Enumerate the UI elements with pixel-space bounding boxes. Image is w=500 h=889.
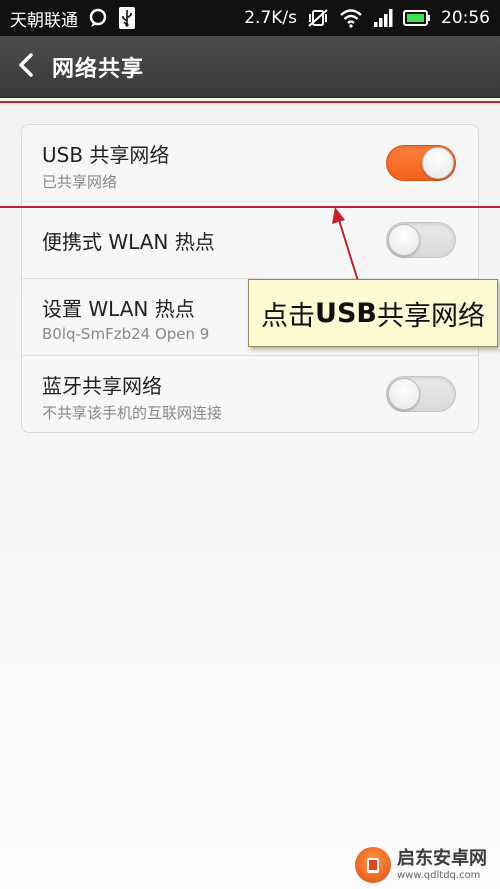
callout-prefix: 点击 (261, 300, 316, 332)
annotation-callout: 点击 USB 共享网络 (248, 279, 498, 347)
network-speed-label: 2.7K/s (244, 8, 297, 28)
toggle-knob (422, 147, 454, 179)
chevron-left-icon (16, 52, 36, 82)
clock: 20:56 (441, 8, 490, 28)
watermark-url: www.qdltdq.com (397, 869, 481, 881)
chat-bubble-icon (88, 8, 108, 28)
watermark-logo-icon (355, 847, 391, 883)
watermark-name: 启东安卓网 (397, 847, 487, 869)
setting-portable-hotspot[interactable]: 便携式 WLAN 热点 (22, 202, 478, 279)
callout-suffix: 共享网络 (376, 300, 485, 332)
usb-tethering-toggle[interactable] (386, 145, 456, 181)
wifi-icon (339, 8, 363, 28)
usb-icon (118, 6, 136, 30)
setting-usb-tethering[interactable]: USB 共享网络 已共享网络 (22, 125, 478, 202)
status-bar: 天朝联通 2.7K/s 20:56 (0, 0, 500, 36)
setting-subtitle: B0lq-SmFzb24 Open 9 (42, 325, 210, 343)
annotation-line-bottom (0, 206, 500, 208)
battery-icon (403, 9, 431, 27)
signal-strength-icon (373, 8, 393, 28)
setting-title: 蓝牙共享网络 (42, 374, 162, 398)
toggle-knob (388, 224, 420, 256)
setting-subtitle: 已共享网络 (42, 173, 118, 191)
setting-title: 便携式 WLAN 热点 (42, 230, 215, 254)
setting-subtitle: 不共享该手机的互联网连接 (42, 404, 223, 422)
setting-title: USB 共享网络 (42, 143, 170, 167)
title-bar: 网络共享 (0, 36, 500, 98)
portable-hotspot-toggle[interactable] (386, 222, 456, 258)
setting-bluetooth-tethering[interactable]: 蓝牙共享网络 不共享该手机的互联网连接 (22, 356, 478, 432)
annotation-line-top (0, 101, 500, 103)
callout-bold: USB (315, 297, 377, 329)
carrier-label: 天朝联通 (10, 10, 78, 31)
watermark: 启东安卓网 www.qdltdq.com (355, 843, 495, 887)
setting-title: 设置 WLAN 热点 (42, 297, 195, 321)
page-title: 网络共享 (52, 56, 145, 82)
toggle-knob (388, 378, 420, 410)
back-button[interactable] (0, 36, 52, 98)
vibrate-off-icon (307, 8, 329, 28)
bluetooth-tethering-toggle[interactable] (386, 376, 456, 412)
